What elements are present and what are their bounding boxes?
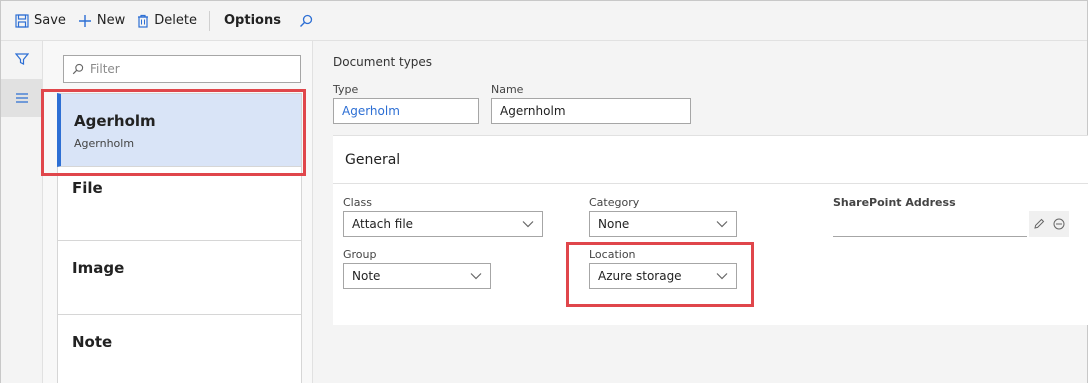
plus-icon: [78, 14, 92, 28]
list-view-button[interactable]: [11, 87, 33, 109]
group-dropdown[interactable]: Note: [343, 263, 491, 289]
name-label: Name: [491, 83, 524, 96]
save-label: Save: [34, 13, 66, 28]
list-item-title: File: [72, 179, 103, 197]
class-value: Attach file: [352, 217, 414, 231]
type-field[interactable]: Agerholm: [333, 98, 479, 124]
group-label: Group: [343, 248, 377, 261]
trash-icon: [137, 14, 149, 28]
list-item-file[interactable]: File: [57, 167, 302, 241]
edit-icon[interactable]: [1033, 215, 1045, 234]
list-item-subtitle: Agernholm: [74, 137, 135, 150]
list-icon: [15, 89, 29, 108]
options-menu[interactable]: Options: [216, 1, 289, 41]
search-icon: [299, 14, 313, 28]
section-title: Document types: [333, 55, 433, 69]
sharepoint-actions: [1029, 211, 1069, 237]
new-button[interactable]: New: [72, 1, 131, 41]
list-item-note[interactable]: Note: [57, 315, 302, 383]
search-icon: [72, 63, 84, 75]
toolbar-divider: [209, 10, 210, 31]
left-rail: [1, 41, 43, 383]
list-item-title: Image: [72, 259, 125, 277]
app-window: Save New Delete Options Filter Agerholm …: [0, 0, 1088, 383]
filter-placeholder: Filter: [90, 62, 120, 76]
group-value: Note: [352, 269, 381, 283]
filter-pane-button[interactable]: [11, 49, 33, 71]
funnel-icon: [14, 51, 30, 70]
name-field[interactable]: Agernholm: [491, 98, 691, 124]
location-value: Azure storage: [598, 269, 682, 283]
document-type-list: Agerholm Agernholm File Image Note: [57, 93, 302, 383]
list-item-agerholm[interactable]: Agerholm Agernholm: [57, 93, 302, 167]
category-label: Category: [589, 196, 640, 209]
save-button[interactable]: Save: [9, 1, 72, 41]
chevron-down-icon: [716, 272, 728, 280]
list-item-title: Agerholm: [74, 112, 156, 130]
category-value: None: [598, 217, 630, 231]
category-dropdown[interactable]: None: [589, 211, 737, 237]
details-pane: Document types Type Agerholm Name Agernh…: [313, 41, 1088, 383]
sharepoint-address-label: SharePoint Address: [833, 196, 956, 209]
type-label: Type: [333, 83, 359, 96]
location-label: Location: [589, 248, 636, 261]
list-item-image[interactable]: Image: [57, 241, 302, 315]
toolbar-search-button[interactable]: [289, 1, 324, 41]
class-label: Class: [343, 196, 372, 209]
chevron-down-icon: [470, 272, 482, 280]
list-panel: Filter Agerholm Agernholm File Image Not…: [43, 41, 313, 383]
new-label: New: [96, 13, 126, 28]
clear-icon[interactable]: [1053, 215, 1065, 234]
sharepoint-address-field[interactable]: [833, 211, 1027, 237]
general-section-header[interactable]: General: [333, 136, 1088, 184]
save-icon: [15, 13, 29, 28]
filter-input[interactable]: Filter: [63, 55, 301, 83]
chevron-down-icon: [716, 220, 728, 228]
delete-button[interactable]: Delete: [131, 1, 203, 41]
location-dropdown[interactable]: Azure storage: [589, 263, 737, 289]
list-item-title: Note: [72, 333, 113, 351]
action-toolbar: Save New Delete Options: [1, 1, 1087, 41]
class-dropdown[interactable]: Attach file: [343, 211, 543, 237]
general-section: General Class Attach file Category None …: [333, 135, 1088, 325]
chevron-down-icon: [522, 220, 534, 228]
delete-label: Delete: [154, 13, 197, 28]
